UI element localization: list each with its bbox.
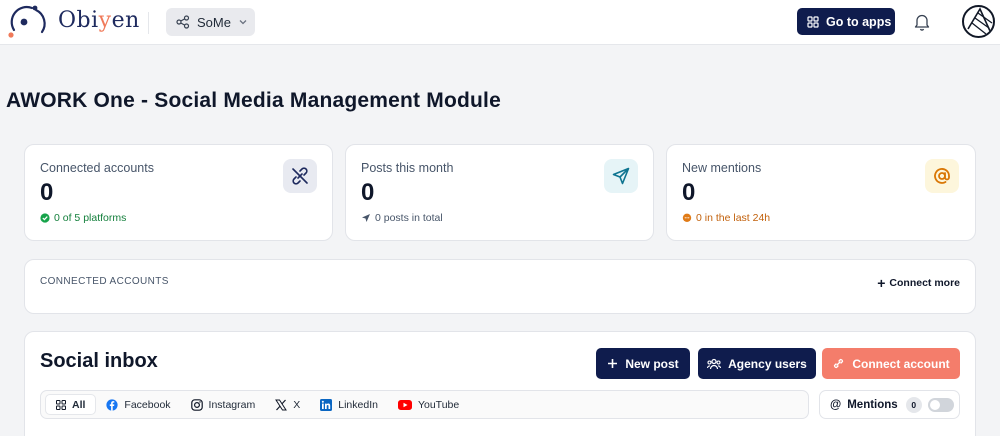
share-icon — [176, 15, 190, 29]
youtube-icon — [397, 399, 412, 410]
send-icon — [612, 167, 630, 185]
connected-accounts-section: CONNECTED ACCOUNTS + Connect more — [24, 259, 976, 314]
stat-subtext: 0 in the last 24h — [682, 212, 770, 224]
header-divider — [148, 12, 149, 34]
stat-label: Connected accounts — [40, 161, 154, 175]
check-circle-icon — [40, 213, 50, 223]
page-title: AWORK One - Social Media Management Modu… — [6, 89, 501, 112]
connect-account-button[interactable]: Connect account — [822, 348, 960, 379]
stat-label: New mentions — [682, 161, 762, 175]
chevron-down-icon — [239, 20, 247, 25]
mentions-count-badge: 0 — [905, 396, 922, 413]
chat-bubble-icon — [682, 213, 692, 222]
go-to-apps-label: Go to apps — [826, 14, 892, 29]
link-plug-icon — [834, 358, 844, 369]
filter-x[interactable]: X — [265, 394, 310, 415]
linkedin-icon — [320, 398, 333, 411]
new-post-button[interactable]: New post — [596, 348, 690, 379]
avatar-logo-icon — [967, 7, 993, 35]
top-bar: Obiyen SoMe Go to apps — [0, 0, 1000, 45]
stat-icon-tile — [604, 159, 638, 193]
logo-mark-icon — [8, 5, 46, 38]
plus-icon — [608, 359, 618, 368]
stat-value: 0 — [682, 179, 696, 206]
facebook-icon — [106, 398, 119, 411]
module-selector-label: SoMe — [197, 14, 231, 30]
filter-facebook[interactable]: Facebook — [96, 394, 180, 415]
stat-subtext: 0 of 5 platforms — [40, 212, 126, 224]
unlink-icon — [292, 167, 308, 185]
at-icon: @ — [830, 398, 842, 411]
notifications-button[interactable] — [913, 12, 931, 32]
platform-filter-bar: All Facebook Instagram X LinkedIn YouTub… — [40, 390, 809, 419]
stat-card-posts-this-month: Posts this month 0 0 posts in total — [345, 144, 654, 241]
instagram-icon — [190, 398, 203, 411]
inbox-title: Social inbox — [40, 350, 158, 372]
social-inbox-section: Social inbox New post Agency users Conne… — [24, 331, 976, 436]
users-icon — [707, 358, 722, 369]
toggle-knob — [929, 399, 940, 410]
brand-logo[interactable]: Obiyen — [6, 2, 139, 42]
at-icon — [934, 168, 950, 184]
grid-icon — [56, 399, 66, 410]
plus-icon: + — [877, 275, 886, 291]
bell-icon — [914, 14, 930, 31]
section-title: CONNECTED ACCOUNTS — [40, 276, 169, 287]
filter-youtube[interactable]: YouTube — [388, 394, 469, 415]
stat-card-new-mentions: New mentions 0 0 in the last 24h — [666, 144, 976, 241]
stat-icon-tile — [925, 159, 959, 193]
filter-all[interactable]: All — [45, 394, 97, 415]
x-icon — [275, 399, 288, 410]
mentions-toggle[interactable] — [927, 397, 954, 412]
agency-users-button[interactable]: Agency users — [698, 348, 816, 379]
grid-icon — [807, 15, 819, 28]
stat-subtext: 0 posts in total — [361, 212, 443, 224]
stat-icon-tile — [283, 159, 317, 193]
stat-value: 0 — [40, 179, 54, 206]
stat-card-connected-accounts: Connected accounts 0 0 of 5 platforms — [24, 144, 333, 241]
brand-name: Obiyen — [58, 8, 140, 33]
go-to-apps-button[interactable]: Go to apps — [797, 8, 895, 35]
filter-linkedin[interactable]: LinkedIn — [310, 394, 388, 415]
module-selector[interactable]: SoMe — [166, 8, 255, 36]
stat-value: 0 — [361, 179, 375, 206]
mentions-label: Mentions — [847, 398, 898, 411]
stat-label: Posts this month — [361, 161, 454, 175]
filter-instagram[interactable]: Instagram — [181, 394, 266, 415]
mentions-filter[interactable]: @ Mentions 0 — [819, 390, 960, 419]
connect-more-link[interactable]: + Connect more — [877, 275, 960, 291]
send-icon — [362, 214, 370, 222]
user-avatar[interactable] — [962, 5, 995, 38]
